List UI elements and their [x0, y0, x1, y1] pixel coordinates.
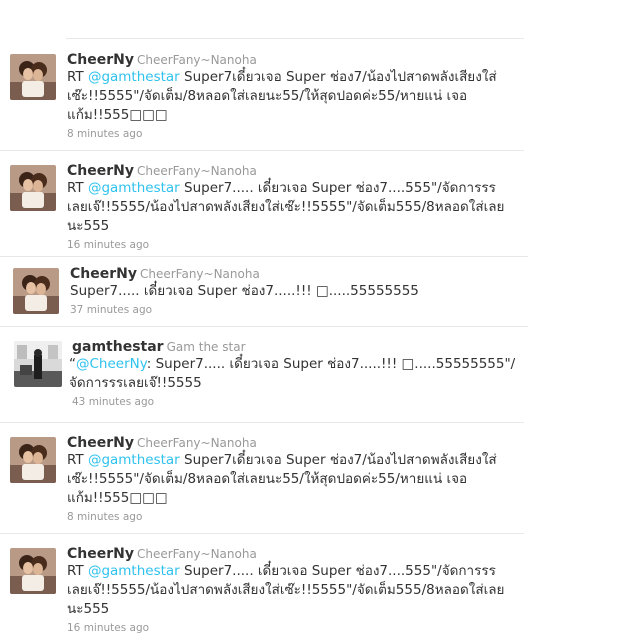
- mention-link[interactable]: @gamthestar: [88, 563, 180, 579]
- timestamp-link[interactable]: 43 minutes ago: [72, 394, 517, 410]
- timestamp-link[interactable]: 16 minutes ago: [67, 237, 512, 253]
- avatar[interactable]: [10, 54, 56, 100]
- timestamp-link[interactable]: 8 minutes ago: [67, 126, 512, 142]
- tweet-divider: [0, 256, 528, 257]
- screen-name[interactable]: gamthestar: [72, 339, 164, 355]
- tweet-text: Super7..... เดี๋ยวเจอ Super ช่อง7.....!!…: [70, 283, 419, 299]
- avatar[interactable]: [13, 268, 59, 314]
- tweet-divider: [0, 422, 524, 423]
- full-name: CheerFany~Nanoha: [136, 53, 257, 67]
- avatar[interactable]: [10, 548, 56, 594]
- full-name: CheerFany~Nanoha: [136, 436, 257, 450]
- tweet-divider: [0, 533, 524, 534]
- avatar[interactable]: [10, 437, 56, 483]
- mention-link[interactable]: @gamthestar: [88, 180, 180, 196]
- girls-photo-avatar-icon: [10, 437, 56, 483]
- full-name: CheerFany~Nanoha: [136, 547, 257, 561]
- avatar[interactable]: [14, 341, 62, 387]
- mention-link[interactable]: @gamthestar: [88, 452, 180, 468]
- screen-name[interactable]: CheerNy: [67, 435, 134, 451]
- girls-photo-avatar-icon: [10, 165, 56, 211]
- girls-photo-avatar-icon: [10, 548, 56, 594]
- screen-name[interactable]: CheerNy: [67, 52, 134, 68]
- mention-link[interactable]: @gamthestar: [88, 69, 180, 85]
- tweet-text: “@CheerNy: Super7..... เดี๋ยวเจอ Super ช…: [69, 356, 516, 391]
- screen-name[interactable]: CheerNy: [67, 163, 134, 179]
- full-name: CheerFany~Nanoha: [139, 267, 260, 281]
- tweet-text: RT @gamthestar Super7..... เดี๋ยวเจอ Sup…: [67, 563, 505, 617]
- tweet-divider: [0, 150, 524, 151]
- girls-photo-avatar-icon: [10, 54, 56, 100]
- top-divider: [66, 38, 524, 39]
- mention-link[interactable]: @CheerNy: [76, 356, 147, 372]
- timestamp-link[interactable]: 8 minutes ago: [67, 509, 512, 525]
- timestamp-link[interactable]: 16 minutes ago: [67, 620, 512, 636]
- tweet-divider: [0, 326, 528, 327]
- tweet-text: RT @gamthestar Super7..... เดี๋ยวเจอ Sup…: [67, 180, 505, 234]
- girls-photo-avatar-icon: [13, 268, 59, 314]
- screen-name[interactable]: CheerNy: [67, 546, 134, 562]
- avatar[interactable]: [10, 165, 56, 211]
- tweet-text: RT @gamthestar Super7เดี๋ยวเจอ Super ช่อ…: [67, 69, 497, 123]
- bw-room-photo-avatar-icon: [14, 341, 62, 387]
- screen-name[interactable]: CheerNy: [70, 266, 137, 282]
- tweet-text: RT @gamthestar Super7เดี๋ยวเจอ Super ช่อ…: [67, 452, 497, 506]
- full-name: Gam the star: [166, 340, 246, 354]
- timestamp-link[interactable]: 37 minutes ago: [70, 302, 515, 318]
- full-name: CheerFany~Nanoha: [136, 164, 257, 178]
